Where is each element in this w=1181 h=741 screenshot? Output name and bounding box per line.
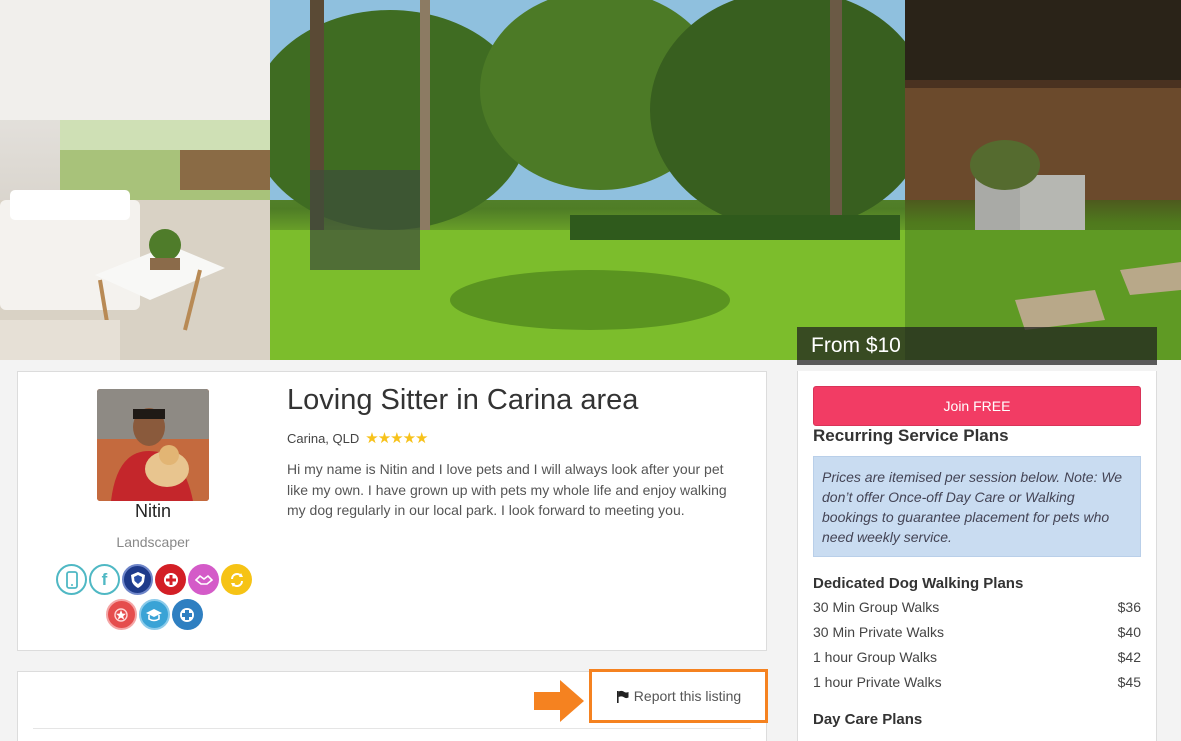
plan-name: 30 Min Group Walks bbox=[813, 599, 940, 615]
pet-first-aid-icon[interactable] bbox=[171, 599, 203, 630]
plans-notice: Prices are itemised per session below. N… bbox=[813, 456, 1141, 557]
sitter-name: Nitin bbox=[134, 501, 171, 521]
daycare-plans-title: Day Care Plans bbox=[813, 711, 923, 728]
price-from-label: From $10 bbox=[797, 327, 1157, 365]
plan-name: 1 hour Private Walks bbox=[813, 674, 942, 690]
first-aid-icon[interactable] bbox=[155, 564, 186, 595]
plan-row: 1 hour Private Walks $45 bbox=[813, 674, 1141, 690]
banner-photo-garden[interactable] bbox=[905, 0, 1181, 360]
plan-price: $36 bbox=[1117, 599, 1141, 615]
plan-price: $42 bbox=[1117, 649, 1141, 665]
arrow-right-icon bbox=[534, 680, 584, 722]
pricing-sidebar: Join FREE Recurring Service Plans Prices… bbox=[797, 371, 1157, 741]
facebook-verified-icon[interactable]: f bbox=[89, 564, 120, 595]
repeat-client-icon[interactable] bbox=[221, 564, 252, 595]
plan-price: $40 bbox=[1117, 624, 1141, 640]
mobile-verified-icon[interactable] bbox=[56, 564, 87, 595]
police-check-icon[interactable] bbox=[122, 564, 153, 595]
plan-price: $45 bbox=[1117, 674, 1141, 690]
plan-name: 30 Min Private Walks bbox=[813, 624, 944, 640]
plans-title: Recurring Service Plans bbox=[813, 426, 1009, 445]
plan-row: 30 Min Private Walks $40 bbox=[813, 624, 1141, 640]
trained-icon[interactable] bbox=[138, 599, 170, 630]
profile-card: Nitin Landscaper f Loving Sitter in Cari… bbox=[17, 371, 767, 651]
flag-icon bbox=[616, 690, 629, 703]
banner-photo-living-room[interactable] bbox=[0, 0, 270, 360]
listing-title: Loving Sitter in Carina area bbox=[287, 384, 639, 416]
sitter-occupation: Landscaper bbox=[116, 534, 190, 550]
avatar[interactable] bbox=[97, 389, 209, 501]
join-free-button[interactable]: Join FREE bbox=[813, 386, 1141, 426]
plan-name: 1 hour Group Walks bbox=[813, 649, 937, 665]
divider bbox=[33, 728, 751, 729]
badge-list: f bbox=[52, 564, 256, 630]
award-icon[interactable] bbox=[105, 599, 137, 630]
banner-photo-backyard[interactable] bbox=[270, 0, 905, 360]
plan-row: 1 hour Group Walks $42 bbox=[813, 649, 1141, 665]
plan-row: 30 Min Group Walks $36 bbox=[813, 599, 1141, 615]
report-listing-label: Report this listing bbox=[633, 688, 742, 704]
rating-stars: ★★★★★ bbox=[365, 430, 428, 447]
sitter-bio: Hi my name is Nitin and I love pets and … bbox=[287, 461, 727, 518]
photo-banner bbox=[0, 0, 1181, 360]
location-rating-row: Carina, QLD ★★★★★ bbox=[287, 429, 429, 447]
location-label: Carina, QLD bbox=[287, 430, 360, 446]
walking-plans-title: Dedicated Dog Walking Plans bbox=[813, 575, 1024, 592]
handshake-icon[interactable] bbox=[188, 564, 219, 595]
report-listing-link[interactable]: Report this listing bbox=[589, 669, 768, 723]
